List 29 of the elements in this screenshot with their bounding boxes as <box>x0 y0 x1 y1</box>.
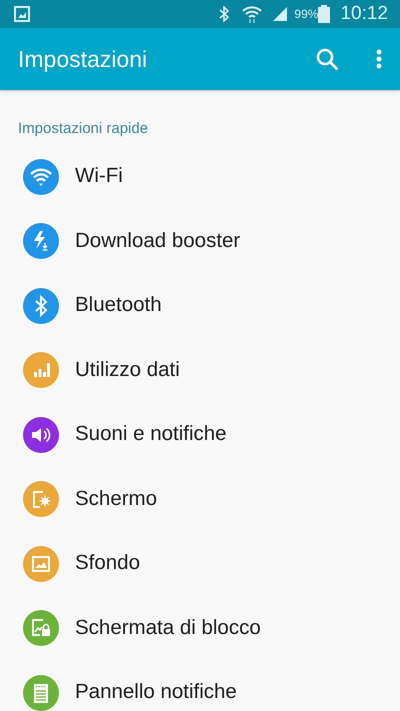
wifi-icon <box>23 158 59 195</box>
settings-item[interactable]: Pannello notifiche <box>0 660 400 711</box>
image-icon <box>23 546 59 582</box>
battery-percent: 99% <box>294 6 318 23</box>
section-header: Impostazioni rapide <box>18 120 148 137</box>
search-icon <box>316 48 338 70</box>
battery-icon <box>318 5 330 23</box>
settings-item[interactable]: Suoni e notifiche <box>0 402 400 467</box>
wifi-icon <box>242 5 262 23</box>
image-lock-icon <box>23 610 59 646</box>
settings-item[interactable]: Bluetooth <box>0 274 400 338</box>
bar-chart-icon <box>23 352 59 388</box>
gallery-icon <box>14 6 30 22</box>
signal-icon <box>272 6 288 22</box>
notification-panel-icon <box>23 674 59 711</box>
speaker-icon <box>23 416 59 453</box>
settings-item[interactable]: Wi-Fi <box>0 144 400 209</box>
bluetooth-icon <box>23 288 59 324</box>
lightning-icon <box>23 223 59 260</box>
bluetooth-icon <box>218 6 230 22</box>
toolbar-title: Impostazioni <box>18 44 148 74</box>
clock-time: 10:12 <box>340 2 388 26</box>
settings-item[interactable]: Sfondo <box>0 532 400 596</box>
screen-brightness-icon <box>23 481 59 518</box>
settings-item[interactable]: Schermata di blocco <box>0 596 400 660</box>
settings-item[interactable]: Utilizzo dati <box>0 338 400 402</box>
settings-item[interactable]: Download booster <box>0 209 400 274</box>
more-vertical-icon <box>376 49 382 69</box>
settings-item[interactable]: Schermo <box>0 467 400 532</box>
